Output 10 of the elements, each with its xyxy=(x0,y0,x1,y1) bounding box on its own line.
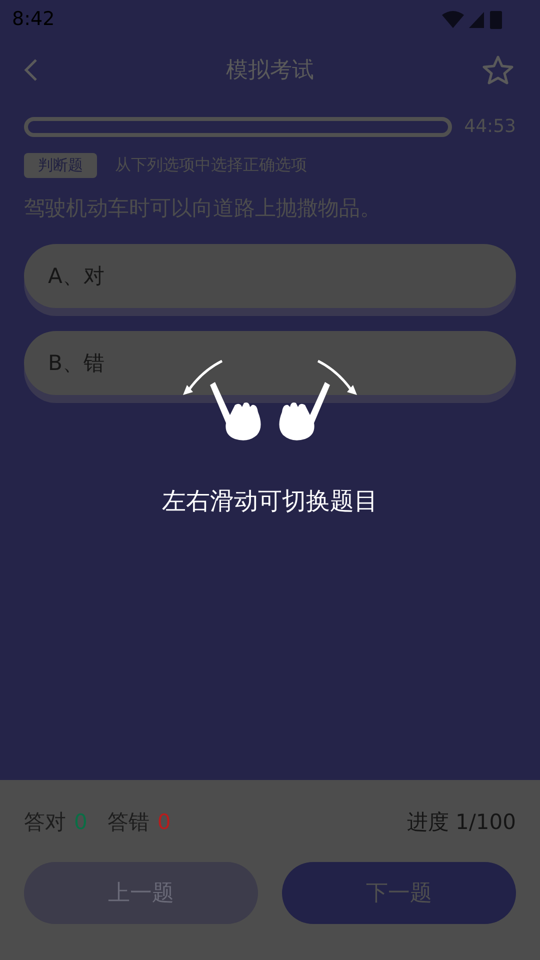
wifi-icon xyxy=(442,10,464,28)
status-time: 8:42 xyxy=(12,8,55,30)
star-icon[interactable] xyxy=(482,55,514,85)
back-icon[interactable] xyxy=(24,58,38,82)
correct-count: 0 xyxy=(74,810,88,834)
wrong-count: 0 xyxy=(157,810,171,834)
progress-text: 进度 1/100 xyxy=(406,809,516,836)
signal-icon xyxy=(469,10,485,28)
battery-icon xyxy=(490,10,502,28)
swipe-hint-text: 左右滑动可切换题目 xyxy=(162,486,378,517)
